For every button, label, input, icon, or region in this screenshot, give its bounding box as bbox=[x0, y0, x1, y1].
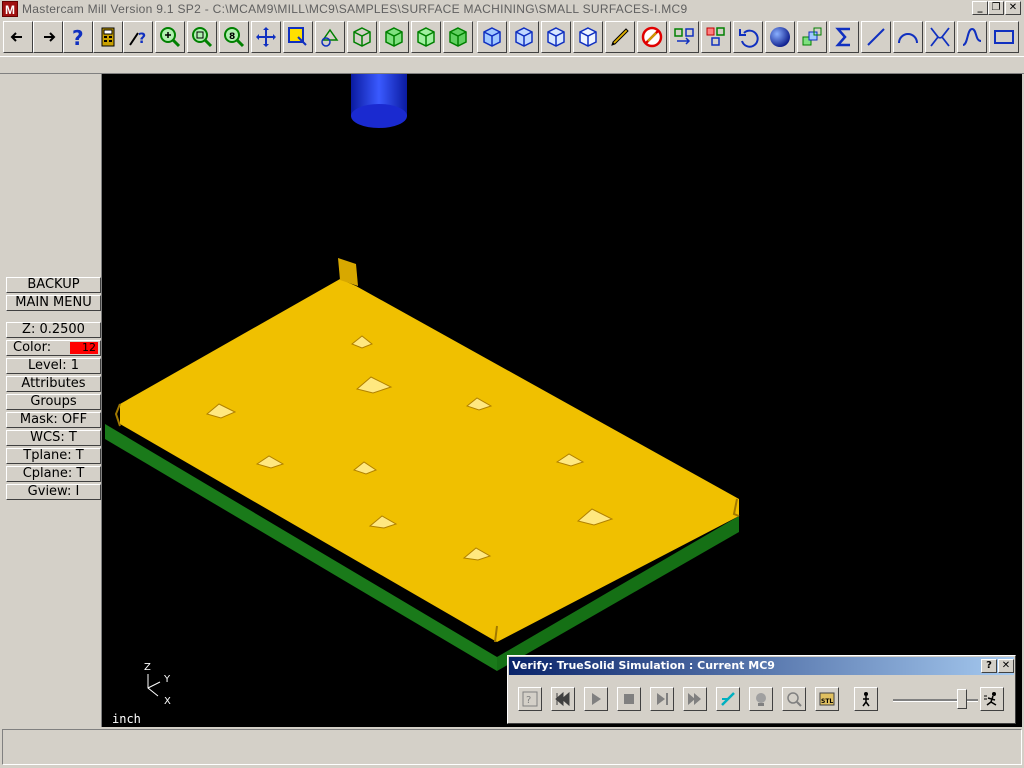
stock-block bbox=[105, 258, 740, 671]
main-menu-panel: BACKUP MAIN MENU Z: 0.2500 Color: 12 Lev… bbox=[2, 74, 102, 727]
color-button[interactable]: Color: 12 bbox=[6, 340, 101, 356]
restore-button[interactable]: ❐ bbox=[988, 1, 1004, 15]
cube-view-1-icon[interactable] bbox=[477, 21, 507, 53]
rewind-icon[interactable] bbox=[551, 687, 575, 711]
options-icon[interactable]: ? bbox=[518, 687, 542, 711]
verify-title: Verify: TrueSolid Simulation : Current M… bbox=[512, 659, 775, 672]
color-swatch: 12 bbox=[70, 342, 98, 354]
front-view-icon[interactable] bbox=[379, 21, 409, 53]
layers-icon[interactable] bbox=[797, 21, 827, 53]
window-title: Mastercam Mill Version 9.1 SP2 - C:\MCAM… bbox=[22, 2, 688, 16]
svg-text:STL: STL bbox=[821, 698, 833, 705]
zoom-fit-icon[interactable] bbox=[782, 687, 806, 711]
axis-x-label: X bbox=[164, 696, 171, 707]
undo-icon[interactable] bbox=[733, 21, 763, 53]
graphics-viewport[interactable]: Z Y X inch bbox=[102, 74, 1022, 727]
forward-arrow-icon[interactable] bbox=[33, 21, 63, 53]
verify-dialog: Verify: TrueSolid Simulation : Current M… bbox=[507, 655, 1016, 724]
play-icon[interactable] bbox=[584, 687, 608, 711]
sigma-icon[interactable] bbox=[829, 21, 859, 53]
analyze-icon[interactable]: ? bbox=[123, 21, 153, 53]
cube-view-3-icon[interactable] bbox=[541, 21, 571, 53]
stl-save-icon[interactable]: STL bbox=[815, 687, 839, 711]
svg-text:?: ? bbox=[72, 26, 84, 49]
tool-display-icon[interactable] bbox=[716, 687, 740, 711]
backup-button[interactable]: BACKUP bbox=[6, 277, 101, 293]
main-toolbar: ? ? 8 bbox=[0, 18, 1024, 56]
step-icon[interactable] bbox=[650, 687, 674, 711]
verify-help-button[interactable]: ? bbox=[981, 659, 997, 673]
verify-close-button[interactable]: ✕ bbox=[998, 659, 1014, 673]
zoom-window-icon[interactable]: 8 bbox=[219, 21, 249, 53]
cplane-button[interactable]: Cplane: T bbox=[6, 466, 101, 482]
transform-icon[interactable] bbox=[669, 21, 699, 53]
side-view-icon[interactable] bbox=[411, 21, 441, 53]
speed-fast-icon[interactable] bbox=[980, 687, 1004, 711]
mask-button[interactable]: Mask: OFF bbox=[6, 412, 101, 428]
status-bar bbox=[2, 729, 1022, 765]
calculator-icon[interactable] bbox=[93, 21, 123, 53]
axis-triad bbox=[147, 674, 161, 697]
close-button[interactable]: ✕ bbox=[1005, 1, 1021, 15]
select-icon[interactable] bbox=[283, 21, 313, 53]
spline-icon[interactable] bbox=[957, 21, 987, 53]
z-depth-button[interactable]: Z: 0.2500 bbox=[6, 322, 101, 338]
back-arrow-icon[interactable] bbox=[3, 21, 33, 53]
tplane-button[interactable]: Tplane: T bbox=[6, 448, 101, 464]
gview-button[interactable]: Gview: I bbox=[6, 484, 101, 500]
prompt-line bbox=[0, 56, 1024, 74]
mastercam-app-icon[interactable]: M bbox=[2, 1, 18, 17]
light-icon[interactable] bbox=[749, 687, 773, 711]
verify-title-bar[interactable]: Verify: TrueSolid Simulation : Current M… bbox=[509, 657, 1014, 675]
cube-view-4-icon[interactable] bbox=[573, 21, 603, 53]
color-label: Color: bbox=[13, 340, 52, 355]
zoom-icon[interactable] bbox=[155, 21, 185, 53]
axis-y-label: Y bbox=[163, 674, 171, 685]
pencil-icon[interactable] bbox=[605, 21, 635, 53]
groups-button[interactable]: Groups bbox=[6, 394, 101, 410]
attributes-button[interactable]: Attributes bbox=[6, 376, 101, 392]
fillet-icon[interactable] bbox=[925, 21, 955, 53]
title-bar: M Mastercam Mill Version 9.1 SP2 - C:\MC… bbox=[0, 0, 1024, 19]
units-label: inch bbox=[112, 712, 141, 726]
arc-icon[interactable] bbox=[893, 21, 923, 53]
wcs-button[interactable]: WCS: T bbox=[6, 430, 101, 446]
unzoom-icon[interactable] bbox=[187, 21, 217, 53]
sphere-icon[interactable] bbox=[765, 21, 795, 53]
axis-z-label: Z bbox=[144, 662, 151, 673]
help-icon[interactable]: ? bbox=[63, 21, 93, 53]
main-menu-button[interactable]: MAIN MENU bbox=[6, 295, 101, 311]
speed-slow-icon[interactable] bbox=[854, 687, 878, 711]
fast-forward-icon[interactable] bbox=[683, 687, 707, 711]
svg-text:?: ? bbox=[526, 695, 531, 706]
rotate-view-icon[interactable] bbox=[315, 21, 345, 53]
cube-view-2-icon[interactable] bbox=[509, 21, 539, 53]
top-view-icon[interactable] bbox=[347, 21, 377, 53]
rectangle-icon[interactable] bbox=[989, 21, 1019, 53]
speed-slider-thumb[interactable] bbox=[956, 689, 967, 709]
level-button[interactable]: Level: 1 bbox=[6, 358, 101, 374]
xform-icon[interactable] bbox=[701, 21, 731, 53]
delete-icon[interactable] bbox=[637, 21, 667, 53]
part-model-view: Z Y X bbox=[105, 74, 740, 707]
minimize-button[interactable]: _ bbox=[972, 1, 988, 15]
svg-text:?: ? bbox=[138, 31, 146, 47]
svg-text:8: 8 bbox=[229, 32, 235, 42]
stop-icon[interactable] bbox=[617, 687, 641, 711]
cutting-tool bbox=[351, 74, 407, 128]
iso-view-icon[interactable] bbox=[443, 21, 473, 53]
pan-icon[interactable] bbox=[251, 21, 281, 53]
line-icon[interactable] bbox=[861, 21, 891, 53]
